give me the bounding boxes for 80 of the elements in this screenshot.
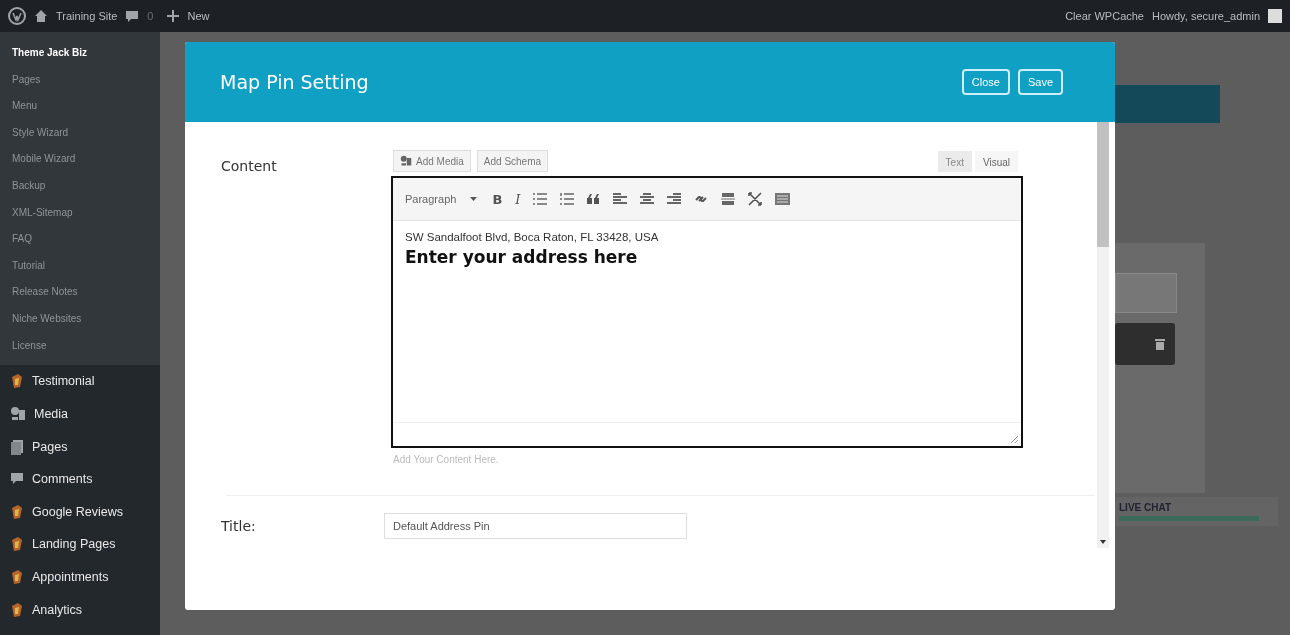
format-select[interactable]: Paragraph: [405, 193, 478, 205]
editor-paragraph: SW Sandalfoot Blvd, Boca Raton, FL 33428, USA: [405, 231, 660, 243]
sidebar-item[interactable]: Appointments: [0, 560, 160, 594]
scrollbar-thumb[interactable]: [1097, 122, 1109, 247]
pages-icon: [10, 438, 24, 455]
sidebar-item-label: Analytics: [32, 602, 83, 617]
plus-icon: [167, 10, 180, 22]
sidebar-item-label: Appointments: [32, 570, 109, 584]
title-input[interactable]: Default Address Pin: [384, 513, 687, 539]
greeting-link[interactable]: Howdy, secure_admin: [1152, 10, 1260, 22]
comment-icon: [10, 472, 24, 487]
toolbar-toggle-icon[interactable]: [775, 193, 791, 205]
sidebar-item[interactable]: Testimonial: [0, 365, 160, 398]
submenu-item[interactable]: Style Wizard: [0, 119, 81, 147]
home-icon: [34, 9, 48, 23]
trash-icon: [1155, 338, 1165, 350]
submenu-item[interactable]: XML-Sitemap: [0, 199, 85, 227]
live-chat-label: LIVE CHAT: [1119, 502, 1173, 513]
submenu-item[interactable]: FAQ: [0, 226, 44, 253]
plugin-icon: [10, 503, 24, 520]
sidebar-item-label: Comments: [32, 472, 93, 487]
wordpress-logo-icon[interactable]: [8, 7, 26, 25]
plugin-icon: [10, 373, 24, 390]
editor-tab[interactable]: Visual: [974, 151, 1018, 172]
rich-text-editor[interactable]: Paragraph B I SW Sandalfoot Blvd, Boca Raton, FL 33428, USA Enter your address here: [391, 176, 1023, 448]
fullscreen-icon[interactable]: [748, 192, 763, 206]
media-icon: [10, 406, 26, 422]
sidebar-item-label: Media: [34, 407, 69, 421]
comment-icon[interactable]: [125, 9, 140, 23]
title-label: Title:: [221, 518, 257, 534]
header-button[interactable]: Save: [1017, 69, 1063, 95]
resize-handle-icon[interactable]: [1011, 436, 1018, 443]
scroll-down-arrow-icon[interactable]: [1100, 540, 1106, 544]
submenu-item[interactable]: Menu: [0, 93, 49, 120]
plugin-icon: [10, 536, 24, 553]
sidebar-item-label: Pages: [32, 439, 68, 454]
plugin-icon: [10, 569, 24, 585]
new-link[interactable]: New: [187, 10, 210, 22]
clear-cache-link[interactable]: Clear WPCache: [1065, 10, 1144, 22]
submenu-item[interactable]: Pages: [0, 66, 53, 94]
media-icon: [400, 155, 412, 167]
media-button[interactable]: Add Media: [393, 150, 471, 172]
background-field: [1115, 273, 1177, 313]
sidebar-item[interactable]: Landing Pages: [0, 528, 160, 561]
submenu-item[interactable]: Tutorial: [0, 252, 57, 280]
bulleted-list-icon[interactable]: [533, 193, 548, 205]
align-left-icon[interactable]: [613, 192, 628, 206]
submenu-item[interactable]: Mobile Wizard: [0, 146, 88, 173]
sidebar-item[interactable]: Google Reviews: [0, 495, 160, 529]
sidebar-item[interactable]: Analytics: [0, 593, 160, 626]
quote-icon[interactable]: [587, 194, 601, 204]
caret-icon: [470, 197, 478, 201]
plugin-icon: [10, 601, 24, 618]
media-button[interactable]: Add Schema: [476, 150, 549, 172]
submenu-item[interactable]: Theme Jack Biz: [0, 40, 100, 67]
submenu-item[interactable]: Niche Websites: [0, 305, 94, 333]
comment-count: 0: [147, 10, 154, 22]
editor-heading: Enter your address here: [405, 247, 639, 267]
sidebar-item[interactable]: Pages: [0, 430, 160, 463]
content-label: Content: [221, 157, 278, 176]
sidebar-item-label: Google Reviews: [32, 504, 123, 519]
sidebar-item[interactable]: Comments: [0, 462, 160, 496]
italic-button[interactable]: I: [515, 191, 521, 207]
submenu-item[interactable]: Release Notes: [0, 279, 90, 306]
bold-button[interactable]: B: [492, 191, 503, 207]
sidebar-item-label: Testimonial: [32, 374, 95, 389]
sidebar-item[interactable]: Media: [0, 397, 160, 431]
modal-title: Map Pin Setting: [220, 71, 369, 93]
align-center-icon[interactable]: [640, 192, 655, 206]
submenu-item[interactable]: License: [0, 332, 59, 360]
read-more-icon[interactable]: [721, 193, 736, 205]
site-name-link[interactable]: Training Site: [56, 10, 118, 22]
sidebar-item-label: Landing Pages: [32, 537, 116, 552]
submenu-item[interactable]: Backup: [0, 172, 58, 200]
content-hint: Add Your Content Here.: [393, 454, 500, 465]
numbered-list-icon[interactable]: [560, 193, 575, 205]
header-button[interactable]: Close: [961, 69, 1010, 95]
align-right-icon[interactable]: [667, 192, 682, 206]
editor-tab[interactable]: Text: [937, 151, 972, 172]
scrollbar[interactable]: [1097, 122, 1109, 548]
